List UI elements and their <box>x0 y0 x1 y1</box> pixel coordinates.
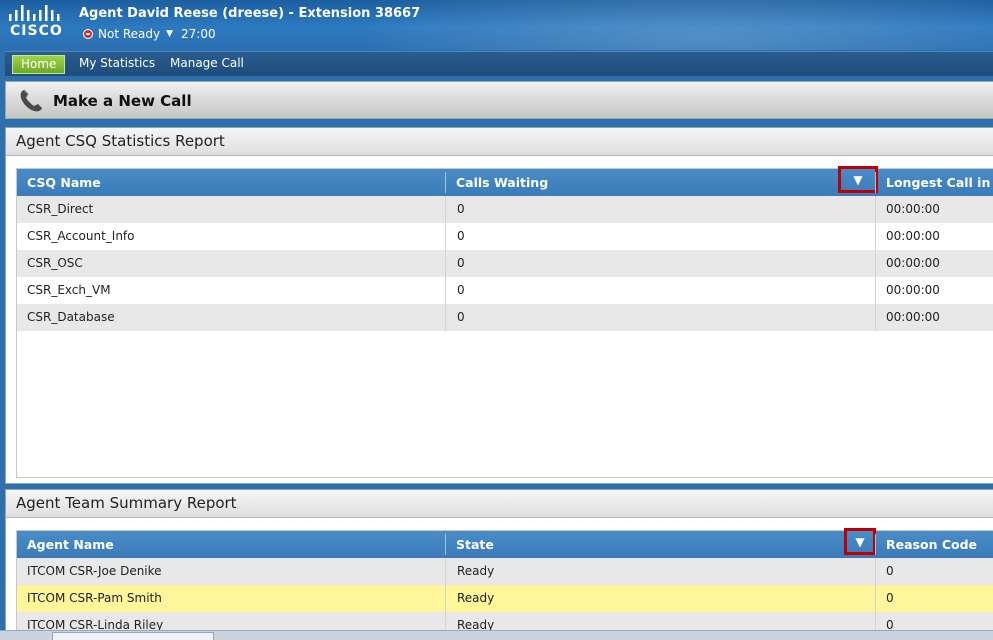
calls-waiting-cell: 0 <box>457 202 465 216</box>
column-header-calls-waiting[interactable]: Calls Waiting <box>446 169 876 196</box>
column-header-reason-code[interactable]: Reason Code <box>876 531 993 558</box>
chevron-down-icon[interactable]: ▼ <box>166 29 173 39</box>
csq-name-cell: CSR_Exch_VM <box>27 283 111 297</box>
calls-waiting-cell: 0 <box>457 256 465 270</box>
agent-status[interactable]: Not Ready ▼ 27:00 <box>83 27 216 41</box>
agent-name-cell: ITCOM CSR-Joe Denike <box>27 564 162 578</box>
cisco-bars-icon <box>9 5 60 21</box>
csq-name-cell: CSR_Account_Info <box>27 229 135 243</box>
table-row-highlighted[interactable]: ITCOM CSR-Pam Smith Ready 0 <box>17 585 993 612</box>
reason-code-cell: 0 <box>886 564 894 578</box>
make-new-call-button[interactable]: Make a New Call <box>5 81 993 119</box>
csq-table: CSQ Name Calls Waiting ▼ Longest Call in… <box>16 166 993 478</box>
table-row[interactable]: CSR_Account_Info 0 00:00:00 <box>17 223 993 250</box>
table-row[interactable]: CSR_Direct 0 00:00:00 <box>17 196 993 223</box>
tab-my-statistics[interactable]: My Statistics <box>71 55 163 72</box>
cisco-logo: CISCO <box>6 4 68 40</box>
team-table: Agent Name State ▼ Reason Code ITCOM CSR… <box>16 528 993 640</box>
longest-call-cell: 00:00:00 <box>886 202 940 216</box>
cell-divider <box>445 250 446 277</box>
tab-home[interactable]: Home <box>12 55 66 74</box>
status-label: Not Ready <box>98 27 161 41</box>
cell-divider <box>445 585 446 612</box>
csq-name-cell: CSR_OSC <box>27 256 83 270</box>
table-row[interactable]: CSR_Database 0 00:00:00 <box>17 304 993 331</box>
table-row[interactable]: ITCOM CSR-Joe Denike Ready 0 <box>17 558 993 585</box>
calls-waiting-cell: 0 <box>457 229 465 243</box>
csq-name-cell: CSR_Database <box>27 310 115 324</box>
csq-panel-title: Agent CSQ Statistics Report <box>6 128 993 156</box>
csq-name-cell: CSR_Direct <box>27 202 94 216</box>
table-row[interactable]: CSR_Exch_VM 0 00:00:00 <box>17 277 993 304</box>
longest-call-cell: 00:00:00 <box>886 283 940 297</box>
column-header-longest-call[interactable]: Longest Call in Queue <box>876 169 993 196</box>
table-row[interactable]: CSR_OSC 0 00:00:00 <box>17 250 993 277</box>
reason-code-cell: 0 <box>886 591 894 605</box>
make-new-call-label: Make a New Call <box>53 92 192 110</box>
team-panel-title: Agent Team Summary Report <box>6 490 993 518</box>
app-header: CISCO Agent David Reese (dreese) - Exten… <box>0 0 993 50</box>
calls-waiting-cell: 0 <box>457 283 465 297</box>
agent-name-cell: ITCOM CSR-Pam Smith <box>27 591 162 605</box>
sort-dropdown-button[interactable]: ▼ <box>838 166 878 193</box>
header-decoration <box>353 0 993 50</box>
cell-divider <box>445 304 446 331</box>
cell-divider <box>445 558 446 585</box>
not-ready-icon <box>83 29 93 39</box>
column-header-state[interactable]: State <box>446 531 876 558</box>
sort-dropdown-button[interactable]: ▼ <box>844 528 876 555</box>
state-cell: Ready <box>457 591 495 605</box>
tab-manage-call[interactable]: Manage Call <box>162 55 252 72</box>
csq-table-header: CSQ Name Calls Waiting ▼ Longest Call in… <box>17 166 993 196</box>
column-header-csq-name[interactable]: CSQ Name <box>17 169 445 196</box>
main-nav: Home My Statistics Manage Call <box>5 51 993 76</box>
cisco-logo-text: CISCO <box>10 23 63 39</box>
state-cell: Ready <box>457 564 495 578</box>
longest-call-cell: 00:00:00 <box>886 256 940 270</box>
phone-icon <box>20 89 42 112</box>
team-summary-panel: Agent Team Summary Report Agent Name Sta… <box>5 489 993 640</box>
longest-call-cell: 00:00:00 <box>886 310 940 324</box>
calls-waiting-cell: 0 <box>457 310 465 324</box>
team-table-header: Agent Name State ▼ Reason Code <box>17 528 993 558</box>
csq-statistics-panel: Agent CSQ Statistics Report CSQ Name Cal… <box>5 127 993 484</box>
status-timer: 27:00 <box>181 27 216 41</box>
column-header-agent-name[interactable]: Agent Name <box>17 531 445 558</box>
cell-divider <box>445 277 446 304</box>
cell-divider <box>445 223 446 250</box>
agent-title: Agent David Reese (dreese) - Extension 3… <box>79 6 421 21</box>
longest-call-cell: 00:00:00 <box>886 229 940 243</box>
cell-divider <box>445 196 446 223</box>
